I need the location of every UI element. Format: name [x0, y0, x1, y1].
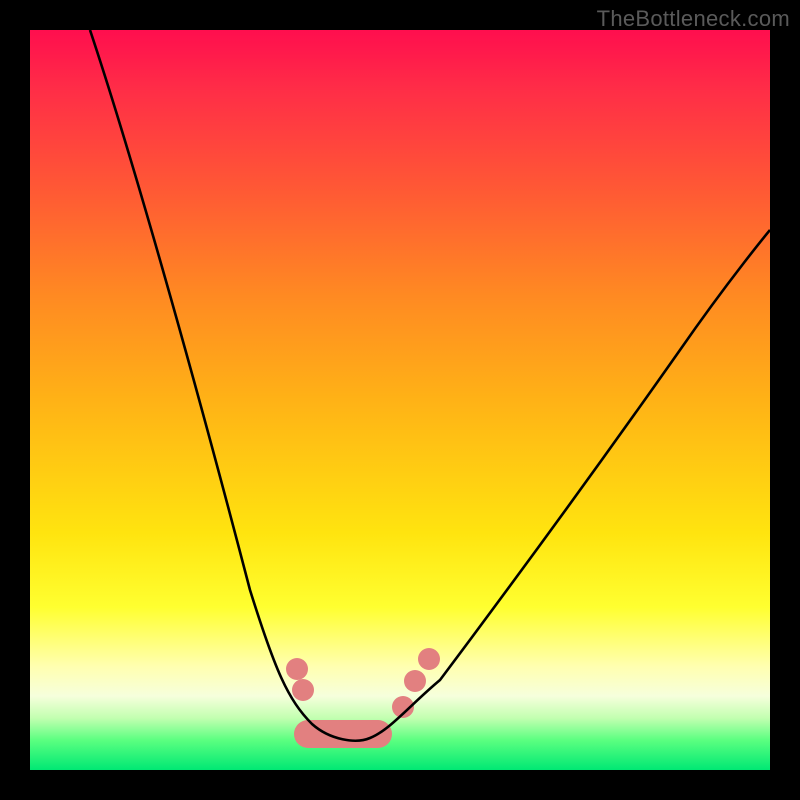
bottleneck-curve: [30, 30, 770, 770]
curve-path: [90, 30, 770, 741]
chart-frame: TheBottleneck.com: [0, 0, 800, 800]
watermark-text: TheBottleneck.com: [597, 6, 790, 32]
plot-area: [30, 30, 770, 770]
